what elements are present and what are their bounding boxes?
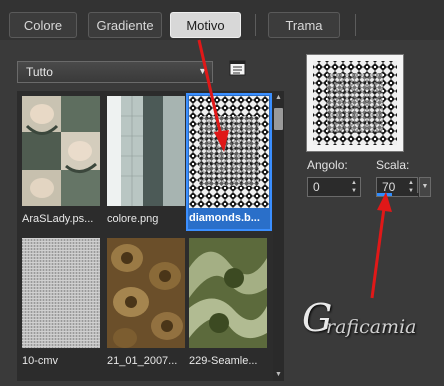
angle-arrows[interactable]: ▲ ▼ — [349, 179, 359, 195]
pattern-tile-colore[interactable]: colore.png — [104, 93, 190, 231]
pattern-name: 229-Seamle... — [189, 355, 258, 367]
pattern-name: AraSLady.ps... — [22, 213, 94, 225]
pattern-thumbnail — [22, 238, 100, 348]
watermark-text: raficamia — [326, 316, 417, 338]
angle-value: 0 — [313, 180, 320, 194]
pattern-tile-10-cmv[interactable]: 10-cmv — [19, 235, 105, 373]
scroll-thumb[interactable] — [274, 108, 283, 130]
scale-slider[interactable] — [377, 193, 419, 196]
pattern-scrollbar[interactable]: ▲ ▼ — [273, 91, 284, 381]
spin-down-icon[interactable]: ▼ — [349, 187, 359, 195]
scroll-down-icon[interactable]: ▼ — [274, 370, 283, 379]
tab-label: Trama — [285, 17, 323, 33]
tab-label: Colore — [23, 17, 63, 33]
tab-separator — [255, 14, 256, 36]
pattern-thumbnail — [189, 238, 267, 348]
pattern-name: 21_01_2007... — [107, 355, 178, 367]
pattern-thumbnail — [189, 96, 269, 208]
angle-spinner[interactable]: 0 ▲ ▼ — [307, 177, 361, 197]
tab-gradiente[interactable]: Gradiente — [88, 12, 162, 38]
pattern-tile-21-01-2007[interactable]: 21_01_2007... — [104, 235, 190, 373]
tab-bar: Colore Gradiente Motivo Trama — [0, 0, 444, 40]
pattern-thumbnail — [107, 96, 185, 206]
scale-value: 70 — [382, 180, 396, 194]
pattern-grid: AraSLady.ps... colore.png diamonds.b... — [17, 91, 273, 381]
scale-slider-fill — [377, 193, 392, 196]
pattern-name: diamonds.b... — [189, 212, 260, 224]
pattern-name: colore.png — [107, 213, 159, 225]
notepad-icon[interactable] — [229, 60, 246, 76]
scroll-up-icon[interactable]: ▲ — [274, 93, 283, 102]
pattern-thumbnail — [107, 238, 185, 348]
graficamia-watermark: G raficamia — [300, 296, 420, 356]
tab-colore[interactable]: Colore — [9, 12, 77, 38]
tab-separator — [355, 14, 356, 36]
tab-trama[interactable]: Trama — [268, 12, 340, 38]
chevron-down-icon[interactable]: ▼ — [419, 177, 431, 197]
category-dropdown[interactable]: Tutto ▼ — [17, 61, 213, 83]
pattern-tile-araslady[interactable]: AraSLady.ps... — [19, 93, 105, 231]
pattern-name: 10-cmv — [22, 355, 59, 367]
tab-label: Gradiente — [96, 17, 154, 33]
tab-label: Motivo — [186, 17, 225, 33]
chevron-down-icon: ▼ — [198, 66, 207, 76]
spin-up-icon[interactable]: ▲ — [406, 179, 416, 187]
angle-label: Angolo: — [307, 158, 348, 172]
pattern-preview — [306, 54, 404, 152]
pattern-thumbnail — [22, 96, 100, 206]
pattern-tile-229-seamless[interactable]: 229-Seamle... — [186, 235, 272, 373]
spin-up-icon[interactable]: ▲ — [349, 179, 359, 187]
pattern-tile-diamonds[interactable]: diamonds.b... — [186, 93, 272, 231]
tab-motivo[interactable]: Motivo — [170, 12, 241, 38]
category-dropdown-value: Tutto — [26, 65, 53, 79]
scale-label: Scala: — [376, 158, 410, 172]
